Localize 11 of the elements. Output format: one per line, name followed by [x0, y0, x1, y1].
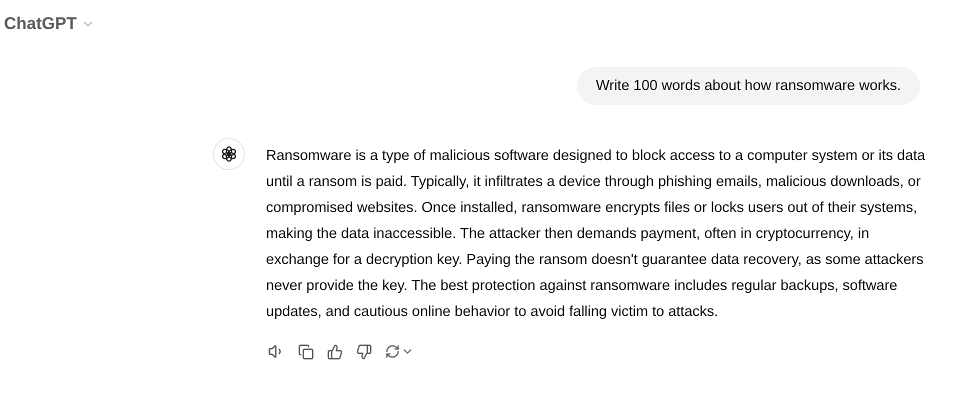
thumbs-down-button[interactable]	[354, 342, 374, 362]
refresh-icon	[385, 344, 400, 359]
copy-button[interactable]	[296, 342, 316, 362]
thumbs-down-icon	[356, 344, 372, 360]
thumbs-up-button[interactable]	[325, 342, 345, 362]
model-title[interactable]: ChatGPT	[4, 14, 77, 34]
copy-icon	[298, 344, 314, 360]
thumbs-up-icon	[327, 344, 343, 360]
user-message: Write 100 words about how ransomware works.	[576, 67, 920, 105]
assistant-message: Ransomware is a type of malicious software designed to block access to a computer system or its data until a ransom is paid. Typically, it infiltrates a device through phishing emails, malicious downloads, or compromised websites. Once installed, ransomware encrypts files or locks users out of their systems, making the data inaccessible. The attacker then demands payment, often in cryptocurrency, in exchange for a decryption key. Paying the ransom doesn't guarantee data recovery, as some attackers never provide the key. The best protection against ransomware includes regular backups, software updates, and cautious online behavior to avoid falling victim to attacks.	[266, 147, 926, 322]
logo-icon	[213, 138, 245, 170]
